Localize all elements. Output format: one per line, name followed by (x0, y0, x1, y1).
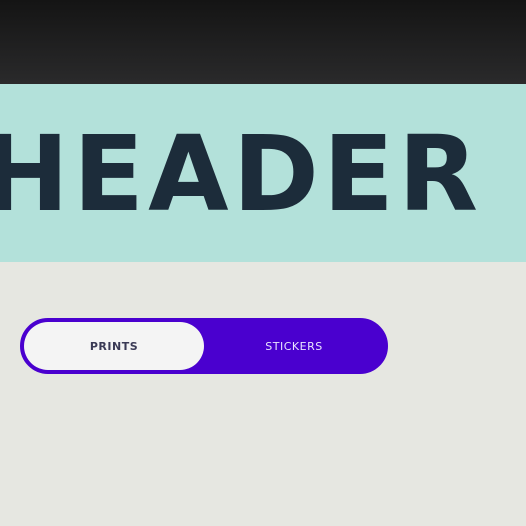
prints-stickers-toggle: PRINTS STICKERS (20, 318, 388, 374)
monitor-bezel (0, 0, 526, 84)
toggle-option-prints[interactable]: PRINTS (24, 322, 204, 370)
header-banner: HEADER (0, 84, 526, 262)
app-screen: HEADER PRINTS STICKERS (0, 0, 526, 526)
toggle-option-stickers[interactable]: STICKERS (204, 322, 384, 370)
page-title: HEADER (0, 113, 483, 235)
